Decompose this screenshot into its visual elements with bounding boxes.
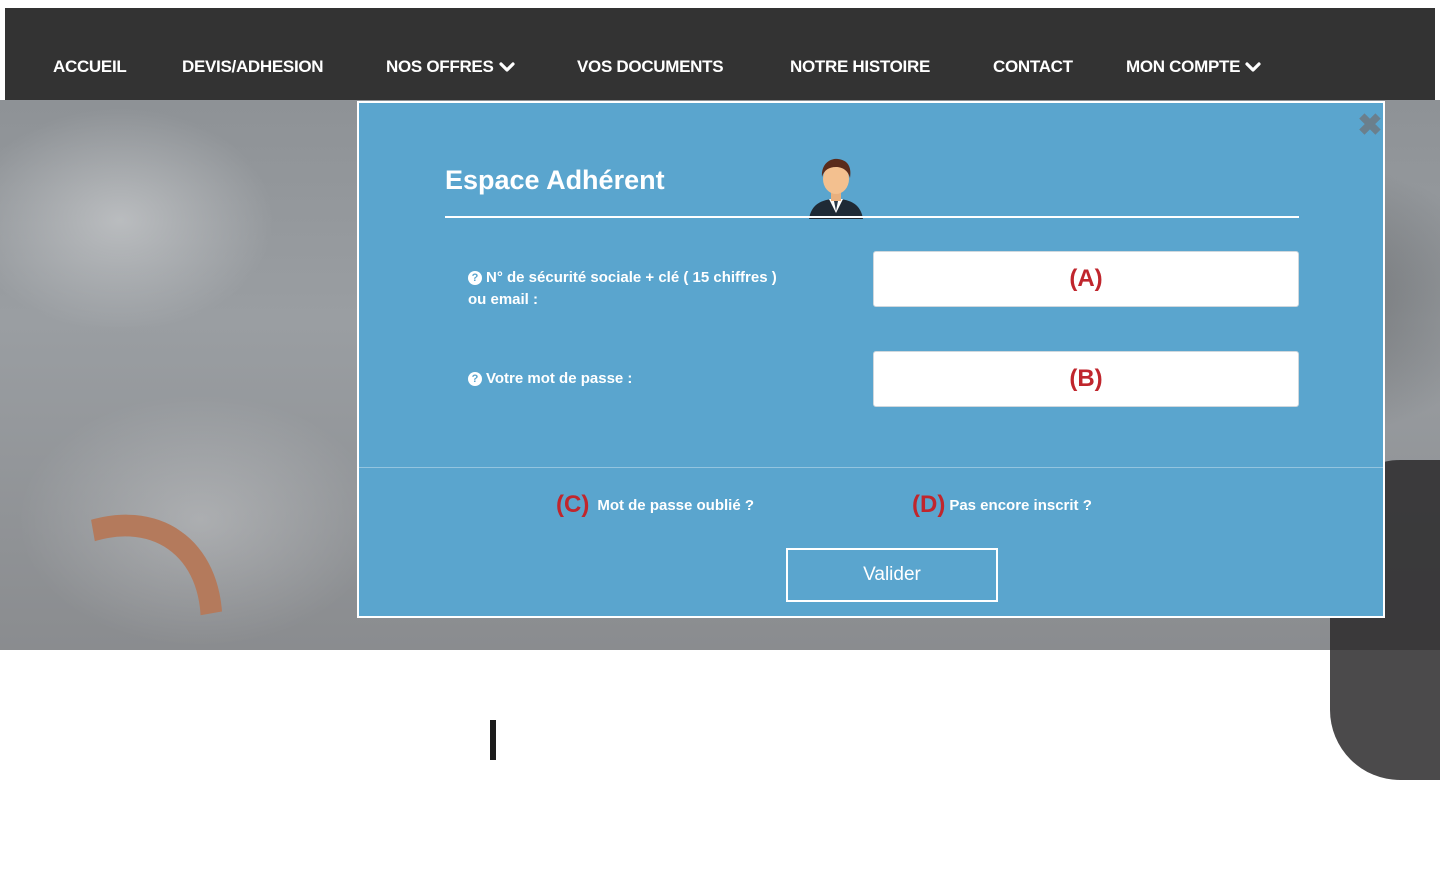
nav-item-label: NOS OFFRES [386, 57, 494, 76]
nav-item-label: ACCUEIL [53, 57, 127, 76]
nav-item-notre-histoire[interactable]: NOTRE HISTOIRE [790, 57, 930, 77]
register-link[interactable]: Pas encore inscrit ? [949, 497, 1092, 514]
user-avatar-icon [805, 153, 867, 219]
chevron-down-icon [498, 61, 515, 73]
submit-button[interactable]: Valider [786, 548, 998, 602]
nav-item-accueil[interactable]: ACCUEIL [53, 57, 127, 77]
nav-item-label: VOS DOCUMENTS [577, 57, 724, 76]
nav-bar: ACCUEIL DEVIS/ADHESION NOS OFFRES VOS DO… [5, 8, 1435, 100]
nav-item-devis-adhesion[interactable]: DEVIS/ADHESION [182, 57, 324, 77]
help-icon[interactable]: ? [468, 271, 482, 285]
nav-item-nos-offres[interactable]: NOS OFFRES [386, 57, 515, 77]
section-divider [359, 467, 1383, 468]
nav-item-label: DEVIS/ADHESION [182, 57, 324, 76]
chevron-down-icon [1245, 61, 1261, 73]
help-icon[interactable]: ? [468, 372, 482, 386]
login-modal: ✖ Espace Adhérent ? N° de sécurité social… [357, 101, 1385, 618]
background-pole [490, 720, 496, 760]
register-marker: (D) [912, 491, 946, 518]
nav-item-label: NOTRE HISTOIRE [790, 57, 931, 76]
title-divider [445, 216, 1299, 218]
forgot-password-row: (C) Mot de passe oublié ? [556, 491, 754, 519]
forgot-password-link[interactable]: Mot de passe oublié ? [597, 497, 754, 514]
password-input[interactable]: (B) [873, 351, 1299, 407]
nav-item-contact[interactable]: CONTACT [993, 57, 1073, 77]
nav-item-label: MON COMPTE [1126, 57, 1241, 76]
modal-title: Espace Adhérent [445, 165, 665, 195]
id-input[interactable]: (A) [873, 251, 1299, 307]
nav-item-vos-documents[interactable]: VOS DOCUMENTS [577, 57, 724, 77]
password-field-label: ? Votre mot de passe : [468, 368, 632, 390]
id-field-label: ? N° de sécurité sociale + clé ( 15 chiff… [468, 269, 777, 308]
register-row: (D) Pas encore inscrit ? [912, 491, 1092, 519]
id-input-marker: (A) [1069, 265, 1103, 292]
background-arm [0, 461, 281, 883]
nav-item-mon-compte[interactable]: MON COMPTE [1126, 57, 1261, 77]
forgot-marker: (C) [556, 491, 590, 518]
top-navigation: ACCUEIL DEVIS/ADHESION NOS OFFRES VOS DO… [0, 0, 1440, 100]
nav-item-label: CONTACT [993, 57, 1073, 76]
close-icon[interactable]: ✖ [1357, 111, 1383, 141]
password-input-marker: (B) [1069, 365, 1103, 392]
